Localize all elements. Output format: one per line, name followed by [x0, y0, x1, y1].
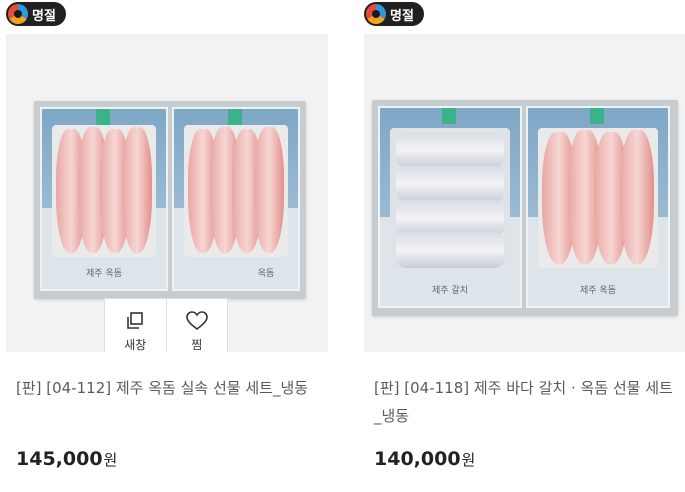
box-panel: 제주 옥돔: [526, 106, 670, 308]
box-label: 제주 갈치: [432, 286, 468, 296]
holiday-badge: 명절: [364, 2, 424, 26]
product-price: 140,000원: [374, 448, 475, 470]
new-window-icon: [127, 311, 144, 329]
box-panel: 제주 갈치: [378, 106, 522, 308]
holiday-badge: 명절: [6, 2, 66, 26]
gift-box: 제주 갈치 제주 옥돔: [372, 100, 678, 316]
price-value: 145,000: [16, 448, 103, 470]
price-value: 140,000: [374, 448, 461, 470]
new-window-label: 새창: [124, 337, 147, 352]
open-new-window-button[interactable]: 새창: [105, 299, 167, 352]
wishlist-button[interactable]: 찜: [167, 299, 228, 352]
gift-box: 제주 옥돔 옥돔: [34, 101, 306, 299]
price-currency: 원: [461, 451, 476, 469]
wishlist-label: 찜: [191, 337, 203, 352]
brand-logo-icon: [8, 4, 28, 24]
badge-label: 명절: [32, 8, 56, 24]
product-price: 145,000원: [16, 448, 117, 470]
fish-window: [52, 125, 156, 257]
heart-icon: [185, 310, 208, 330]
fish-window: [184, 125, 288, 257]
price-currency: 원: [103, 451, 118, 469]
brand-logo-icon: [366, 4, 386, 24]
box-panel: 제주 옥돔: [40, 107, 168, 291]
product-image[interactable]: 제주 갈치 제주 옥돔: [364, 34, 685, 352]
product-title[interactable]: [판] [04-112] 제주 옥돔 실속 선물 세트_냉동: [16, 374, 316, 402]
box-label: 제주 옥돔: [580, 286, 616, 296]
box-panel: 옥돔: [172, 107, 300, 291]
fish-window: [538, 128, 658, 268]
product-title[interactable]: [판] [04-118] 제주 바다 갈치 · 옥돔 선물 세트_냉동: [374, 374, 674, 430]
fish-window: [390, 128, 510, 268]
box-label: 제주 옥돔: [86, 269, 122, 279]
product-image[interactable]: 제주 옥돔 옥돔 새창 찜: [6, 34, 328, 352]
box-label: 옥돔: [257, 269, 275, 279]
quick-actions: 새창 찜: [104, 298, 228, 352]
badge-label: 명절: [390, 8, 414, 24]
